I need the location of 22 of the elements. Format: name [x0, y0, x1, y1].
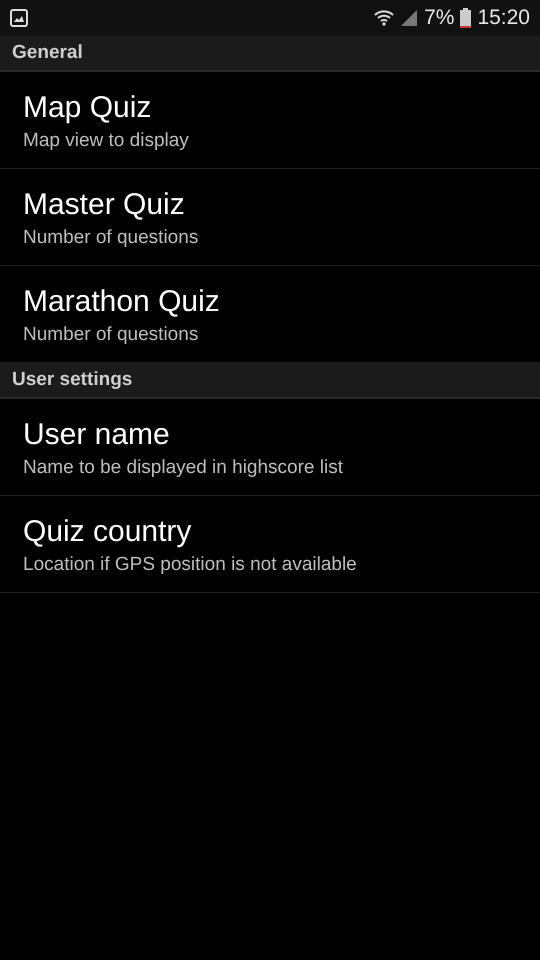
preference-summary: Number of questions	[23, 227, 200, 249]
preference-summary: Name to be displayed in highscore list	[23, 457, 344, 479]
preference-item[interactable]: Master Quiz Number of questions	[0, 169, 540, 266]
preference-summary: Map view to display	[23, 130, 190, 152]
preference-item[interactable]: Map Quiz Map view to display	[0, 72, 540, 169]
signal-icon	[400, 9, 418, 27]
section-header: User settings	[0, 363, 540, 399]
preference-item[interactable]: Quiz country Location if GPS position is not available	[0, 496, 540, 593]
preference-title: Master Quiz	[23, 187, 186, 223]
battery-percentage: 7%	[424, 6, 454, 30]
battery-icon	[460, 8, 472, 28]
preference-title: Marathon Quiz	[23, 284, 221, 320]
preference-summary: Number of questions	[23, 324, 200, 346]
section-header: General	[0, 36, 540, 72]
preference-summary: Location if GPS position is not available	[23, 554, 358, 576]
clock-time: 15:20	[477, 6, 530, 30]
wifi-icon	[374, 8, 394, 28]
preference-item[interactable]: User name Name to be displayed in highscore list	[0, 399, 540, 496]
preference-title: Quiz country	[23, 514, 192, 550]
preference-title: User name	[23, 417, 171, 453]
preference-title: Map Quiz	[23, 90, 152, 126]
image-icon	[10, 9, 28, 27]
